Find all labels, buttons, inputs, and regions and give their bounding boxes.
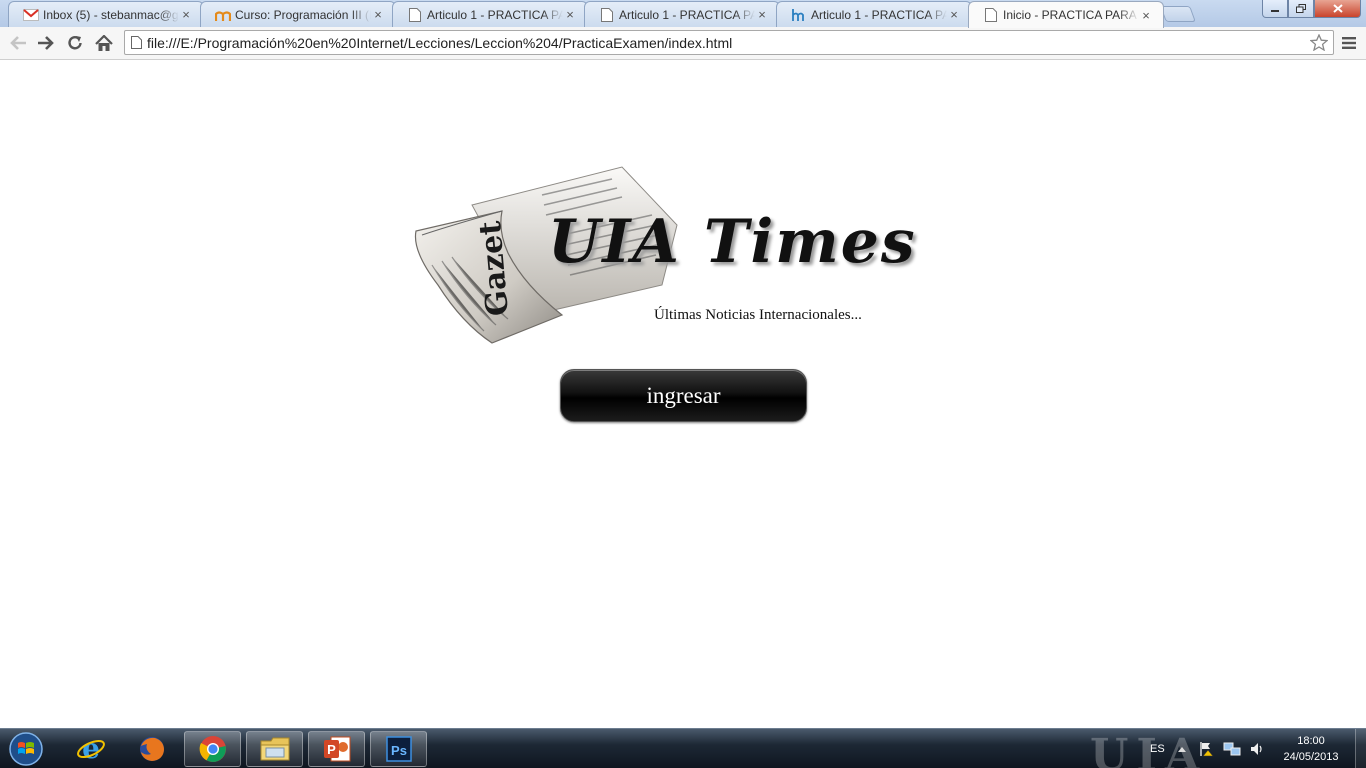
- close-icon[interactable]: ×: [1139, 8, 1153, 23]
- clock-date: 24/05/2013: [1283, 751, 1339, 763]
- close-icon[interactable]: ×: [755, 7, 769, 22]
- taskbar-app-file-explorer[interactable]: [246, 731, 303, 767]
- tab-title: Articulo 1 - PRACTICA PARA EXAMEN: [811, 7, 947, 22]
- chrome-icon: [199, 736, 226, 762]
- svg-text:e: e: [82, 734, 100, 764]
- reload-icon: [68, 36, 82, 50]
- taskbar-app-chrome[interactable]: [184, 731, 241, 767]
- close-icon[interactable]: ×: [563, 7, 577, 22]
- reload-button[interactable]: [63, 32, 87, 54]
- tab-title: Articulo 1 - PRACTICA PARA EXAMEN: [619, 7, 755, 22]
- language-indicator[interactable]: ES: [1150, 729, 1165, 768]
- powerpoint-icon: P: [323, 736, 350, 762]
- internet-explorer-icon: e: [76, 734, 105, 764]
- taskbar-app-internet-explorer[interactable]: e: [62, 731, 119, 767]
- windows-logo-icon: [9, 732, 43, 766]
- site-logo: Gazet UIA Times Últimas Noticias Interna…: [412, 165, 915, 347]
- tab-articulo-3[interactable]: Articulo 1 - PRACTICA PARA EXAMEN ×: [776, 1, 972, 27]
- home-icon: [95, 34, 113, 51]
- firefox-icon: [139, 737, 164, 761]
- taskbar-app-photoshop[interactable]: Ps: [370, 731, 427, 767]
- moodle-icon: [215, 7, 231, 23]
- tagline: Últimas Noticias Internacionales...: [654, 307, 862, 323]
- svg-text:P: P: [327, 742, 336, 757]
- page-icon: [599, 7, 615, 23]
- tab-curso[interactable]: Curso: Programación III (P ×: [200, 1, 396, 27]
- action-center-button[interactable]: [1199, 729, 1215, 768]
- photoshop-icon: Ps: [385, 736, 412, 762]
- chevron-up-icon: [1178, 747, 1186, 752]
- forward-button[interactable]: [34, 32, 58, 54]
- close-icon: [1332, 4, 1343, 13]
- tab-title: Inicio - PRACTICA PARA EXAMEN: [1003, 8, 1139, 22]
- enter-button[interactable]: ingresar: [560, 369, 807, 422]
- speaker-icon: [1251, 743, 1262, 755]
- network-icon: [1223, 742, 1241, 756]
- tab-strip: Inbox (5) - stebanmac@gmail.com × Curso:…: [0, 0, 1366, 28]
- tab-inbox[interactable]: Inbox (5) - stebanmac@gmail.com ×: [8, 1, 204, 27]
- taskbar-app-firefox[interactable]: [123, 731, 180, 767]
- show-hidden-icons-button[interactable]: [1177, 729, 1187, 768]
- folder-icon: [260, 737, 289, 761]
- home-button[interactable]: [92, 32, 116, 54]
- window-controls: [1262, 0, 1361, 18]
- back-arrow-icon: [10, 36, 26, 50]
- hm-icon: [791, 7, 807, 23]
- page-icon: [125, 36, 147, 49]
- taskbar: e P Ps UIA ES 18:00 24/05/2013: [0, 728, 1366, 768]
- forward-arrow-icon: [38, 36, 54, 50]
- network-button[interactable]: [1223, 729, 1241, 768]
- flag-warning-icon: [1200, 742, 1214, 757]
- close-window-button[interactable]: [1314, 0, 1361, 18]
- hamburger-menu-icon: [1342, 37, 1356, 49]
- tab-title: Articulo 1 - PRACTICA PARA EXAMEN: [427, 7, 563, 22]
- volume-button[interactable]: [1249, 729, 1265, 768]
- restore-icon: [1296, 4, 1306, 13]
- brand-title: UIA Times: [548, 207, 917, 277]
- back-button[interactable]: [6, 32, 30, 54]
- browser-toolbar: file:///E:/Programación%20en%20Internet/…: [0, 27, 1366, 60]
- tab-articulo-1[interactable]: Articulo 1 - PRACTICA PARA EXAMEN ×: [392, 1, 588, 27]
- tab-title: Inbox (5) - stebanmac@gmail.com: [43, 7, 179, 22]
- page-icon: [407, 7, 423, 23]
- menu-button[interactable]: [1338, 32, 1360, 54]
- close-icon[interactable]: ×: [371, 7, 385, 22]
- tab-inicio[interactable]: Inicio - PRACTICA PARA EXAMEN ×: [968, 1, 1164, 28]
- show-desktop-button[interactable]: [1355, 729, 1366, 768]
- close-icon[interactable]: ×: [179, 7, 193, 22]
- taskbar-app-powerpoint[interactable]: P: [308, 731, 365, 767]
- tab-title: Curso: Programación III (P: [235, 7, 371, 22]
- clock-time: 18:00: [1297, 735, 1325, 747]
- clock[interactable]: 18:00 24/05/2013: [1276, 733, 1346, 765]
- tab-articulo-2[interactable]: Articulo 1 - PRACTICA PARA EXAMEN ×: [584, 1, 780, 27]
- page-content: Gazet UIA Times Últimas Noticias Interna…: [0, 61, 1366, 728]
- start-button[interactable]: [6, 731, 46, 767]
- language-label: ES: [1150, 743, 1165, 755]
- minimize-button[interactable]: [1262, 0, 1288, 18]
- minimize-icon: [1271, 9, 1279, 12]
- address-bar[interactable]: file:///E:/Programación%20en%20Internet/…: [124, 30, 1334, 55]
- gmail-icon: [23, 7, 39, 23]
- url-text[interactable]: file:///E:/Programación%20en%20Internet/…: [147, 35, 1305, 51]
- bookmark-star-icon[interactable]: [1305, 34, 1333, 51]
- page-icon: [983, 7, 999, 23]
- photoshop-label: Ps: [391, 743, 407, 758]
- close-icon[interactable]: ×: [947, 7, 961, 22]
- new-tab-button[interactable]: [1160, 6, 1196, 22]
- maximize-button[interactable]: [1288, 0, 1314, 18]
